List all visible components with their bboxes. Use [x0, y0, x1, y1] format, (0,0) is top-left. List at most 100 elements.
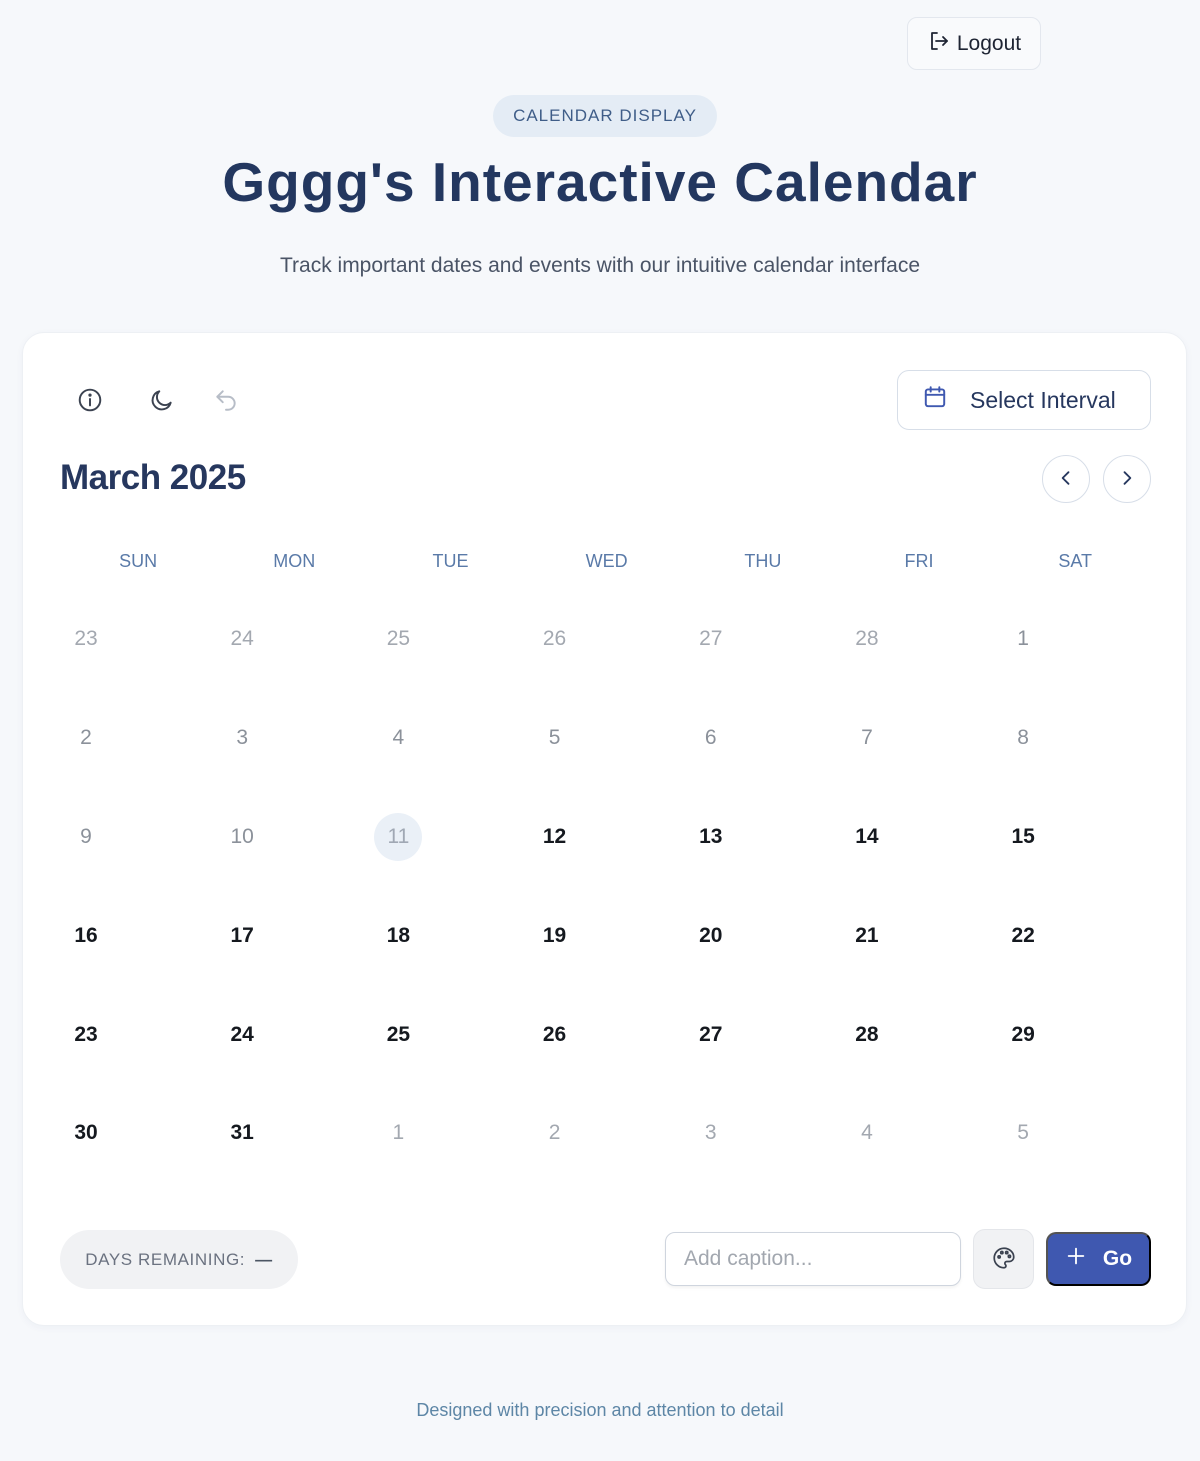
day-cell[interactable]: 16: [48, 886, 204, 985]
day-number: 3: [236, 726, 249, 750]
day-cell[interactable]: 22: [985, 886, 1141, 985]
day-number: 27: [699, 627, 723, 651]
logout-icon: [927, 29, 951, 59]
day-number: 26: [542, 627, 567, 651]
day-cell[interactable]: 8: [985, 689, 1141, 788]
day-cell[interactable]: 26: [517, 985, 673, 1084]
day-number: 10: [230, 824, 254, 848]
day-cell[interactable]: 10: [204, 788, 360, 887]
day-cell[interactable]: 25: [360, 590, 516, 689]
caption-input[interactable]: [665, 1232, 961, 1286]
day-number: 8: [1017, 726, 1029, 750]
day-cell[interactable]: 13: [673, 788, 829, 887]
day-cell[interactable]: 4: [360, 689, 516, 788]
day-cell[interactable]: 5: [985, 1084, 1141, 1183]
day-number: 4: [392, 726, 405, 750]
day-cell[interactable]: 31: [204, 1084, 360, 1183]
day-cell[interactable]: 18: [360, 886, 516, 985]
day-cell[interactable]: 30: [48, 1084, 204, 1183]
day-cell[interactable]: 15: [985, 788, 1141, 887]
day-cell[interactable]: 6: [673, 689, 829, 788]
day-cell[interactable]: 1: [360, 1084, 516, 1183]
day-cell[interactable]: 4: [829, 1084, 985, 1183]
day-cell[interactable]: 2: [517, 1084, 673, 1183]
day-cell[interactable]: 9: [48, 788, 204, 887]
page-subtitle: Track important dates and events with ou…: [279, 254, 921, 277]
day-number: 6: [704, 726, 717, 750]
day-cell[interactable]: 27: [673, 590, 829, 689]
go-button[interactable]: Go: [1046, 1232, 1151, 1286]
day-cell[interactable]: 25: [360, 985, 516, 1084]
day-number: 9: [80, 824, 92, 848]
day-cell[interactable]: 3: [204, 689, 360, 788]
day-number: 28: [855, 627, 879, 651]
day-cell[interactable]: 14: [829, 788, 985, 887]
day-cell[interactable]: 28: [829, 590, 985, 689]
next-month-button[interactable]: [1103, 455, 1151, 503]
day-cell[interactable]: 20: [673, 886, 829, 985]
weekday-fri: FRI: [904, 551, 934, 571]
day-number: 1: [392, 1121, 405, 1145]
logout-label: Logout: [956, 31, 1022, 55]
day-cell[interactable]: 17: [204, 886, 360, 985]
day-cell[interactable]: 23: [48, 985, 204, 1084]
section-pill: CALENDAR DISPLAY: [493, 95, 717, 137]
select-interval-label: Select Interval: [970, 386, 1116, 413]
moon-icon[interactable]: [145, 383, 179, 417]
day-cell[interactable]: 21: [829, 886, 985, 985]
calendar-card: Select Interval March 2025 SUN MON TUE WED T…: [22, 332, 1187, 1326]
color-palette-button[interactable]: [973, 1229, 1034, 1289]
day-number: 24: [230, 1022, 254, 1046]
day-number: 30: [74, 1121, 98, 1145]
day-number: 22: [1011, 923, 1035, 947]
day-cell[interactable]: 5: [517, 689, 673, 788]
plus-icon: [1065, 1245, 1087, 1273]
day-number: 17: [230, 923, 254, 947]
day-number: 11: [374, 812, 423, 861]
day-number: 23: [74, 627, 98, 651]
day-cell-today[interactable]: 11: [360, 788, 516, 887]
weekday-sat: SAT: [1058, 551, 1093, 571]
days-remaining-label: DAYS REMAINING:: [85, 1249, 246, 1269]
go-label: Go: [1102, 1247, 1133, 1270]
day-number: 27: [699, 1022, 723, 1046]
day-number: 16: [74, 923, 98, 947]
day-cell[interactable]: 3: [673, 1084, 829, 1183]
day-cell[interactable]: 27: [673, 985, 829, 1084]
day-cell[interactable]: 24: [204, 590, 360, 689]
chevron-left-icon: [1056, 468, 1076, 491]
day-number: 28: [855, 1022, 879, 1046]
day-number: 13: [699, 824, 723, 848]
day-number: 3: [704, 1121, 717, 1145]
day-cell[interactable]: 7: [829, 689, 985, 788]
day-cell[interactable]: 26: [517, 590, 673, 689]
weekday-tue: TUE: [432, 551, 469, 571]
weekday-wed: WED: [585, 551, 628, 571]
info-icon[interactable]: [73, 383, 107, 417]
day-number: 25: [386, 627, 411, 651]
logout-button[interactable]: Logout: [907, 17, 1041, 70]
day-cell[interactable]: 19: [517, 886, 673, 985]
day-number: 1: [1017, 627, 1029, 651]
day-cell[interactable]: 1: [985, 590, 1141, 689]
days-remaining-value: —: [255, 1249, 273, 1269]
day-cell[interactable]: 28: [829, 985, 985, 1084]
day-cell[interactable]: 12: [517, 788, 673, 887]
day-number: 14: [855, 824, 879, 848]
page-title: Gggg's Interactive Calendar: [222, 151, 978, 213]
day-number: 19: [542, 923, 567, 947]
day-cell[interactable]: 24: [204, 985, 360, 1084]
weekday-thu: THU: [744, 551, 782, 571]
day-cell[interactable]: 23: [48, 590, 204, 689]
day-cell[interactable]: 29: [985, 985, 1141, 1084]
select-interval-button[interactable]: Select Interval: [897, 370, 1151, 430]
day-number: 5: [548, 726, 561, 750]
day-number: 26: [542, 1022, 567, 1046]
prev-month-button[interactable]: [1042, 455, 1090, 503]
weekday-header: SUN MON TUE WED THU FRI SAT: [60, 551, 1153, 575]
day-number: 5: [1017, 1121, 1029, 1145]
day-cell[interactable]: 2: [48, 689, 204, 788]
day-number: 7: [861, 726, 873, 750]
undo-icon[interactable]: [209, 383, 243, 417]
footer-text: Designed with precision and attention to…: [416, 1400, 784, 1420]
